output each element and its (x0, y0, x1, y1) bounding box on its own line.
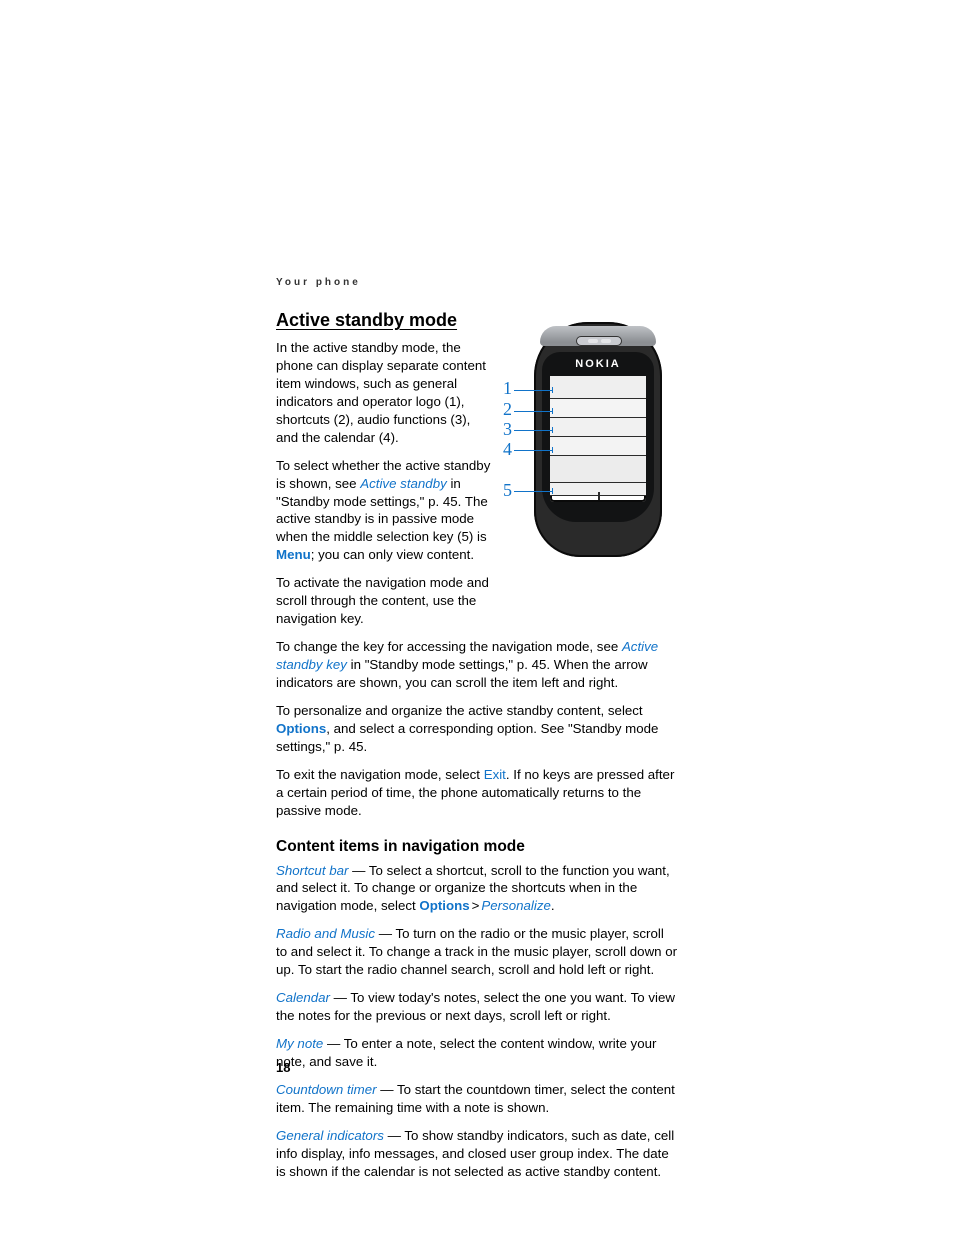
screen-row-4 (550, 436, 646, 455)
label-shortcut-bar: Shortcut bar (276, 863, 348, 878)
para-change-key: To change the key for accessing the navi… (276, 638, 678, 692)
heading-content-items: Content items in navigation mode (276, 838, 678, 856)
screen-row-1 (550, 376, 646, 398)
label-calendar: Calendar (276, 990, 330, 1005)
item-radio-music: Radio and Music — To turn on the radio o… (276, 925, 678, 979)
callout-3: 3 (498, 419, 512, 440)
callout-5: 5 (498, 480, 512, 501)
callout-tick-4 (552, 447, 553, 453)
text: To change the key for accessing the navi… (276, 639, 622, 654)
callout-tick-3 (552, 427, 553, 433)
text: To exit the navigation mode, select (276, 767, 484, 782)
softkey-menu: Menu (276, 547, 311, 562)
callout-1: 1 (498, 378, 512, 399)
callout-line-5 (514, 491, 552, 492)
para-select-shown: To select whether the active standby is … (276, 457, 492, 565)
item-shortcut-bar: Shortcut bar — To select a shortcut, scr… (276, 862, 678, 916)
softkey-separator (598, 492, 600, 500)
phone-screen (550, 376, 646, 502)
callout-4: 4 (498, 439, 512, 460)
phone-diagram: NOKIA 1 2 3 4 5 (498, 322, 682, 557)
item-calendar: Calendar — To view today's notes, select… (276, 989, 678, 1025)
screen-gap (550, 455, 646, 482)
text: — To view today's notes, select the one … (276, 990, 675, 1023)
callout-tick-1 (552, 387, 553, 393)
phone-brand: NOKIA (542, 358, 654, 370)
text: — To enter a note, select the content wi… (276, 1036, 656, 1069)
callout-line-3 (514, 430, 552, 431)
page: Your phone Active standby mode In the ac… (0, 0, 954, 1235)
text: . (551, 898, 555, 913)
callout-tick-5 (552, 488, 553, 494)
para-activate-nav: To activate the navigation mode and scro… (276, 574, 492, 628)
screen-row-2 (550, 398, 646, 417)
softkey-exit: Exit (484, 767, 506, 782)
para-intro: In the active standby mode, the phone ca… (276, 339, 492, 447)
para-personalize: To personalize and organize the active s… (276, 702, 678, 756)
screen-row-3 (550, 417, 646, 436)
softkey-options-2: Options (419, 898, 469, 913)
item-general-indicators: General indicators — To show standby ind… (276, 1127, 678, 1181)
label-general-indicators: General indicators (276, 1128, 384, 1143)
softkey-options: Options (276, 721, 326, 736)
breadcrumb-separator: > (470, 898, 482, 913)
callout-line-4 (514, 450, 552, 451)
earpiece-icon (576, 336, 622, 346)
label-my-note: My note (276, 1036, 323, 1051)
item-countdown: Countdown timer — To start the countdown… (276, 1081, 678, 1117)
link-active-standby[interactable]: Active standby (360, 476, 446, 491)
item-my-note: My note — To enter a note, select the co… (276, 1035, 678, 1071)
callout-line-1 (514, 390, 552, 391)
page-number: 18 (276, 1060, 290, 1075)
callout-line-2 (514, 411, 552, 412)
para-exit: To exit the navigation mode, select Exit… (276, 766, 678, 820)
text: ; you can only view content. (311, 547, 474, 562)
label-radio-music: Radio and Music (276, 926, 375, 941)
section-eyebrow: Your phone (276, 277, 678, 288)
text: , and select a corresponding option. See… (276, 721, 658, 754)
callout-2: 2 (498, 399, 512, 420)
label-countdown-timer: Countdown timer (276, 1082, 377, 1097)
callout-tick-2 (552, 408, 553, 414)
menu-personalize: Personalize (481, 898, 550, 913)
text: To personalize and organize the active s… (276, 703, 643, 718)
